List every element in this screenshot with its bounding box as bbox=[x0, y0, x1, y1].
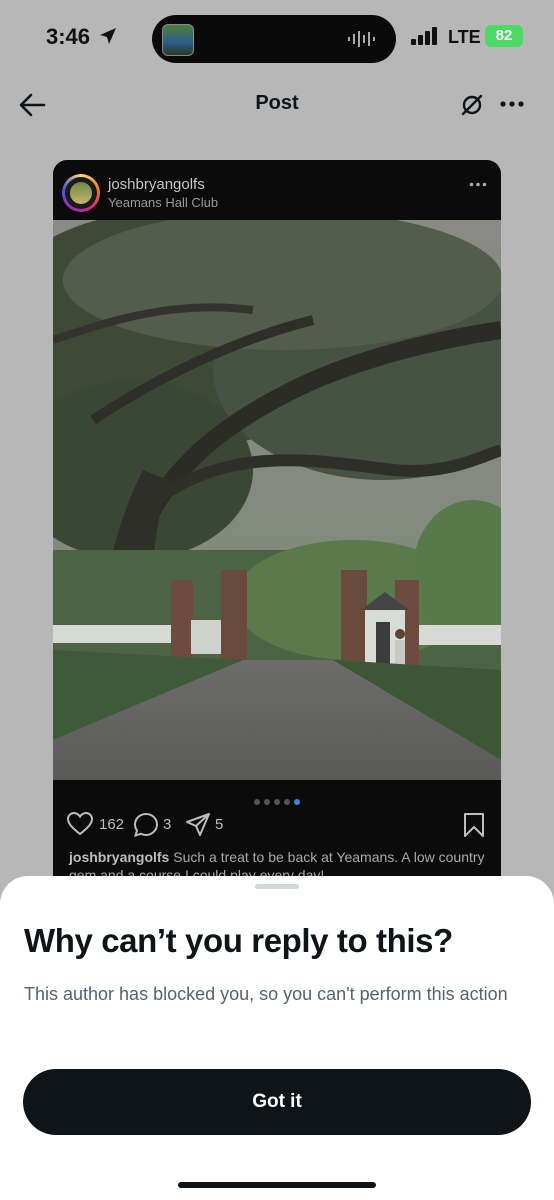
audio-waveform-icon bbox=[348, 31, 375, 47]
instagram-embed[interactable]: joshbryangolfs Yeamans Hall Club 162 3 5… bbox=[53, 160, 501, 890]
heart-icon[interactable] bbox=[67, 812, 93, 836]
muted-icon[interactable] bbox=[459, 92, 485, 118]
avatar[interactable] bbox=[62, 174, 100, 212]
sheet-drag-handle[interactable] bbox=[255, 884, 299, 889]
sheet-body: This author has blocked you, so you can'… bbox=[24, 984, 508, 1004]
network-type: LTE bbox=[448, 27, 481, 47]
home-indicator[interactable] bbox=[178, 1182, 376, 1188]
carousel-indicator bbox=[53, 792, 501, 810]
embed-more-icon[interactable] bbox=[469, 182, 487, 187]
cellular-signal-icon bbox=[411, 27, 437, 45]
caption-username[interactable]: joshbryangolfs bbox=[69, 849, 169, 865]
more-horizontal-icon[interactable] bbox=[499, 100, 525, 108]
embed-username[interactable]: joshbryangolfs bbox=[108, 176, 205, 193]
battery-level: 82 bbox=[485, 25, 523, 47]
share-icon[interactable] bbox=[185, 812, 211, 838]
bottom-sheet: Why can’t you reply to this? This author… bbox=[0, 876, 554, 1200]
status-bar: 3:46 LTE 82 bbox=[0, 0, 554, 80]
dynamic-island[interactable] bbox=[152, 15, 396, 63]
got-it-button[interactable]: Got it bbox=[23, 1069, 531, 1135]
location-arrow-icon bbox=[100, 28, 116, 44]
share-count: 5 bbox=[215, 816, 224, 833]
comment-icon[interactable] bbox=[133, 812, 159, 838]
embed-location[interactable]: Yeamans Hall Club bbox=[108, 195, 218, 210]
post-photo[interactable] bbox=[53, 220, 501, 780]
status-time: 3:46 bbox=[46, 24, 91, 49]
sheet-title: Why can’t you reply to this? bbox=[24, 922, 453, 959]
comment-count: 3 bbox=[163, 816, 172, 833]
post-header: Post bbox=[0, 80, 554, 130]
now-playing-artwork bbox=[162, 24, 194, 56]
like-count: 162 bbox=[99, 816, 125, 833]
bookmark-icon[interactable] bbox=[463, 812, 485, 838]
